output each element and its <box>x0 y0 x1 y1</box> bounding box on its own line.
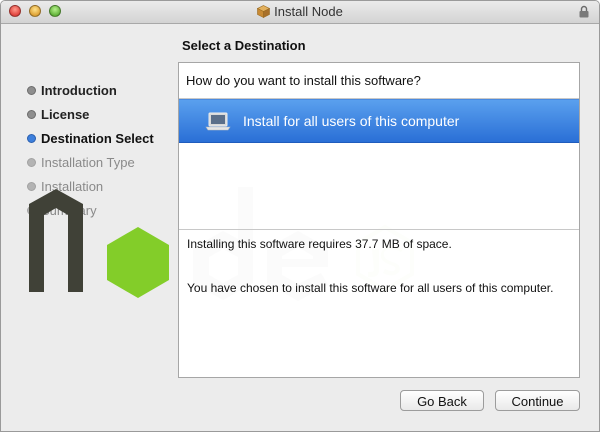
install-all-users-option[interactable]: Install for all users of this computer <box>179 99 579 143</box>
lock-icon <box>579 5 589 18</box>
install-question: How do you want to install this software… <box>186 73 421 88</box>
step-label: Destination Select <box>41 131 154 146</box>
window-title: Install Node <box>274 4 343 19</box>
step-label: Introduction <box>41 83 117 98</box>
install-choice-text: You have chosen to install this software… <box>187 281 554 295</box>
step-bullet-icon <box>27 86 36 95</box>
destination-panel: How do you want to install this software… <box>178 62 580 378</box>
step-label: Installation Type <box>41 155 135 170</box>
step-label: License <box>41 107 90 122</box>
installer-window: Install Node Select a Destination Introd… <box>0 0 600 432</box>
step-bullet-icon <box>27 134 36 143</box>
go-back-button[interactable]: Go Back <box>400 390 484 411</box>
window-title-area: Install Node <box>1 4 599 19</box>
continue-button[interactable]: Continue <box>495 390 580 411</box>
step-bullet-icon <box>27 110 36 119</box>
laptop-icon <box>205 112 231 131</box>
space-requirement-text: Installing this software requires 37.7 M… <box>187 237 452 251</box>
divider <box>179 229 579 230</box>
title-bar[interactable]: Install Node <box>1 1 599 24</box>
option-label: Install for all users of this computer <box>243 113 460 129</box>
page-title: Select a Destination <box>182 38 306 53</box>
step-bullet-icon <box>27 158 36 167</box>
package-icon <box>257 5 271 18</box>
